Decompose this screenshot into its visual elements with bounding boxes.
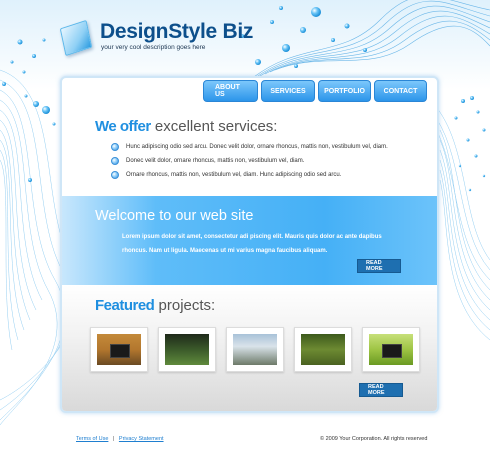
copyright-text: © 2009 Your Corporation. All rights rese… <box>320 436 428 442</box>
welcome-text: Lorem ipsum dolor sit amet, consectetur … <box>122 234 382 254</box>
brand-name-part2: Biz <box>222 20 254 43</box>
privacy-statement-link[interactable]: Privacy Statement <box>119 436 164 442</box>
services-heading-rest: excellent services: <box>154 118 278 135</box>
main-panel: ABOUT US SERVICES PORTFOLIO CONTACT We o… <box>60 76 439 413</box>
list-item: Hunc adipiscing odio sed arcu. Donec vel… <box>111 140 388 154</box>
site-logo-text[interactable]: DesignStyle Biz <box>100 20 253 44</box>
list-item: Ornare rhoncus, mattis non, vestibulum v… <box>111 168 388 182</box>
project-thumbnail-1[interactable] <box>90 327 148 372</box>
nav-contact[interactable]: CONTACT <box>374 80 427 102</box>
footer-separator: | <box>112 436 115 442</box>
main-nav: ABOUT US SERVICES PORTFOLIO CONTACT <box>203 80 427 102</box>
project-thumbnail-2[interactable] <box>158 327 216 372</box>
nav-portfolio[interactable]: PORTFOLIO <box>318 80 371 102</box>
project-thumbnail-4[interactable] <box>294 327 352 372</box>
footer-links: Terms of Use | Privacy Statement <box>76 436 164 442</box>
project-thumbnail-3[interactable] <box>226 327 284 372</box>
project-thumbnails <box>90 327 420 372</box>
nav-about-us[interactable]: ABOUT US <box>203 80 258 102</box>
project-thumbnail-5[interactable] <box>362 327 420 372</box>
grass-image <box>165 334 209 365</box>
welcome-banner: Welcome to our web site Lorem ipsum dolo… <box>62 196 437 285</box>
services-heading-highlight: We offer <box>95 118 151 135</box>
bullet-icon <box>111 157 119 165</box>
terms-of-use-link[interactable]: Terms of Use <box>76 436 108 442</box>
building-image <box>233 334 277 365</box>
featured-heading-rest: projects: <box>158 297 216 314</box>
site-tagline: your very cool description goes here <box>101 44 206 51</box>
welcome-read-more-button[interactable]: READ MORE <box>357 259 401 273</box>
featured-projects-section: Featured projects: READ MORE <box>62 285 437 411</box>
featured-read-more-button[interactable]: READ MORE <box>359 383 403 397</box>
list-item-text: Donec velit dolor, ornare rhoncus, matti… <box>126 158 305 164</box>
laptop-image <box>97 334 141 365</box>
bullet-icon <box>111 143 119 151</box>
brand-name-part1: DesignStyle <box>100 20 217 43</box>
list-item-text: Ornare rhoncus, mattis non, vestibulum v… <box>126 172 342 178</box>
list-item-text: Hunc adipiscing odio sed arcu. Donec vel… <box>126 144 388 150</box>
bullet-icon <box>111 171 119 179</box>
featured-heading: Featured projects: <box>95 297 215 314</box>
services-heading: We offer excellent services: <box>95 118 277 135</box>
plant-image <box>301 334 345 365</box>
services-list: Hunc adipiscing odio sed arcu. Donec vel… <box>111 140 388 182</box>
featured-heading-highlight: Featured <box>95 297 155 314</box>
nav-services[interactable]: SERVICES <box>261 80 315 102</box>
welcome-heading: Welcome to our web site <box>95 208 254 224</box>
list-item: Donec velit dolor, ornare rhoncus, matti… <box>111 154 388 168</box>
laptop-green-image <box>369 334 413 365</box>
